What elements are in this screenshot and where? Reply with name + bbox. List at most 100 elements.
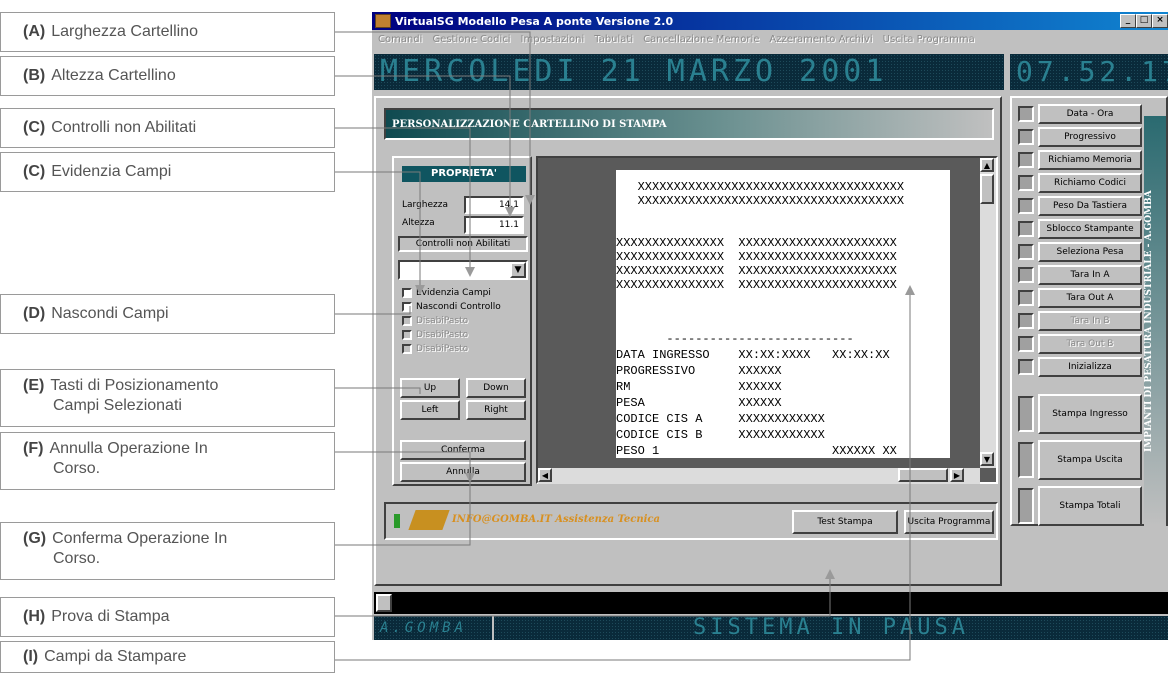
preview-line: CODICE CIS B XXXXXXXXXXXX — [616, 428, 825, 442]
hide-control-checkbox[interactable] — [402, 302, 412, 312]
company-vertical-label: IMPIANTI DI PESATURA INDUSTRIALE - A.GOM… — [1144, 116, 1166, 526]
side-button[interactable]: Progressivo — [1038, 127, 1142, 147]
callout-text: Prova di Stampa — [51, 608, 170, 625]
side-button[interactable]: Peso Da Tastiera — [1038, 196, 1142, 216]
status-led-icon — [394, 514, 400, 528]
side-button[interactable]: Sblocco Stampante — [1038, 219, 1142, 239]
title-bar: VirtualSG Modello Pesa A ponte Versione … — [372, 12, 1168, 30]
keyboard-icon[interactable] — [376, 594, 392, 612]
preview-line: PESA XXXXXX — [616, 396, 782, 410]
side-button-row: Tara In B — [1018, 311, 1142, 331]
check-label: DisabiPasto — [416, 330, 469, 340]
callout-text: Evidenzia Campi — [51, 163, 172, 180]
side-button[interactable]: Richiamo Memoria — [1038, 150, 1142, 170]
system-state-display: SISTEMA IN PAUSA — [494, 616, 1168, 640]
menu-item[interactable]: Uscita Programma — [883, 34, 975, 45]
callout-text: Nascondi Campi — [51, 305, 169, 322]
down-button[interactable]: Down — [466, 378, 526, 398]
callout-c2: (C) Evidenzia Campi — [0, 152, 335, 192]
height-field[interactable]: 11.1 — [464, 216, 524, 234]
print-totals-button[interactable]: Stampa Totali — [1038, 486, 1142, 526]
exit-program-button[interactable]: Uscita Programma — [904, 510, 994, 534]
app-window: VirtualSG Modello Pesa A ponte Versione … — [372, 12, 1168, 640]
led-icon — [1018, 267, 1034, 283]
side-button[interactable]: Tara In A — [1038, 265, 1142, 285]
preview-line: PESO 1 XXXXXX XX — [616, 444, 897, 458]
print-exit-button[interactable]: Stampa Uscita — [1038, 440, 1142, 480]
menu-bar: Comandi Gestione Codici Impostazioni Tab… — [372, 30, 1168, 48]
scroll-left-icon[interactable]: ◀ — [538, 468, 552, 482]
right-button[interactable]: Right — [466, 400, 526, 420]
side-button-row: Tara Out A — [1018, 288, 1142, 308]
logo-icon — [408, 510, 450, 530]
print-entry-button[interactable]: Stampa Ingresso — [1038, 394, 1142, 434]
led-icon — [1018, 290, 1034, 306]
bottom-bar: INFO@GOMBA.IT Assistenza Tecnica Test St… — [384, 502, 998, 540]
callout-h: (H) Prova di Stampa — [0, 597, 335, 637]
highlight-fields-checkbox[interactable] — [402, 288, 412, 298]
app-icon — [375, 14, 391, 28]
callout-c1: (C) Controlli non Abilitati — [0, 108, 335, 148]
menu-item[interactable]: Gestione Codici — [432, 34, 510, 45]
preview-line: RM XXXXXX — [616, 380, 782, 394]
callout-letter: (F) — [23, 440, 44, 457]
time-display: 07.52.17 — [1010, 54, 1168, 90]
disabled-controls-select[interactable]: ▼ — [398, 260, 528, 280]
scroll-thumb[interactable] — [980, 174, 994, 204]
test-print-button[interactable]: Test Stampa — [792, 510, 898, 534]
minimize-icon[interactable]: _ — [1120, 14, 1136, 28]
disabled-controls-label: Controlli non Abilitati — [398, 236, 528, 252]
confirm-button[interactable]: Conferma — [400, 440, 526, 460]
scroll-right-icon[interactable]: ▶ — [950, 468, 964, 482]
led-icon — [1018, 129, 1034, 145]
led-icon — [1018, 198, 1034, 214]
side-button[interactable]: Tara Out A — [1038, 288, 1142, 308]
cancel-button[interactable]: Annulla — [400, 462, 526, 482]
callout-letter: (C) — [23, 163, 46, 180]
maximize-icon[interactable]: □ — [1136, 14, 1152, 28]
menu-item[interactable]: Tabulati — [594, 34, 633, 45]
scroll-up-icon[interactable]: ▲ — [980, 158, 994, 172]
side-button-row: Tara Out B — [1018, 334, 1142, 354]
led-icon — [1018, 442, 1034, 478]
menu-item[interactable]: Cancellazione Memorie — [643, 34, 759, 45]
menu-item[interactable]: Impostazioni — [521, 34, 585, 45]
side-button-row: Richiamo Memoria — [1018, 150, 1142, 170]
side-button-row: Tara In A — [1018, 265, 1142, 285]
callout-letter: (D) — [23, 305, 46, 322]
side-button[interactable]: Data - Ora — [1038, 104, 1142, 124]
side-button[interactable]: Seleziona Pesa — [1038, 242, 1142, 262]
height-label: Altezza — [402, 218, 435, 228]
led-icon — [1018, 152, 1034, 168]
close-icon[interactable]: × — [1152, 14, 1168, 28]
preview-line: -------------------------- — [616, 332, 854, 346]
led-icon — [1018, 221, 1034, 237]
left-button[interactable]: Left — [400, 400, 460, 420]
scroll-thumb[interactable] — [898, 468, 948, 482]
width-label: Larghezza — [402, 200, 448, 210]
horizontal-scrollbar[interactable]: ◀ ▶ — [538, 468, 980, 484]
callout-b: (B) Altezza Cartellino — [0, 56, 335, 96]
check-label: Nascondi Controllo — [416, 302, 501, 312]
message-bar — [374, 592, 1168, 614]
callout-text: Annulla Operazione In — [49, 440, 208, 457]
menu-item[interactable]: Comandi — [378, 34, 422, 45]
menu-item[interactable]: Azzeramento Archivi — [769, 34, 872, 45]
preview-paper[interactable]: XXXXXXXXXXXXXXXXXXXXXXXXXXXXXXXXXXXXX XX… — [616, 170, 950, 458]
up-button[interactable]: Up — [400, 378, 460, 398]
side-button: Tara Out B — [1038, 334, 1142, 354]
check-label: DisabiPasto — [416, 344, 469, 354]
side-button-row: Richiamo Codici — [1018, 173, 1142, 193]
side-button-row: Progressivo — [1018, 127, 1142, 147]
side-button[interactable]: Inizializza — [1038, 357, 1142, 377]
width-field[interactable]: 14.1 — [464, 196, 524, 214]
callout-f: (F) Annulla Operazione In Corso. — [0, 432, 335, 490]
print-button-row: Stampa Uscita — [1018, 440, 1142, 480]
callout-text: Conferma Operazione In — [52, 530, 228, 547]
side-button-row: Sblocco Stampante — [1018, 219, 1142, 239]
chevron-down-icon[interactable]: ▼ — [510, 262, 526, 278]
callout-letter: (E) — [23, 377, 45, 394]
scroll-down-icon[interactable]: ▼ — [980, 452, 994, 466]
vertical-scrollbar[interactable]: ▲ ▼ — [980, 158, 996, 468]
side-button[interactable]: Richiamo Codici — [1038, 173, 1142, 193]
